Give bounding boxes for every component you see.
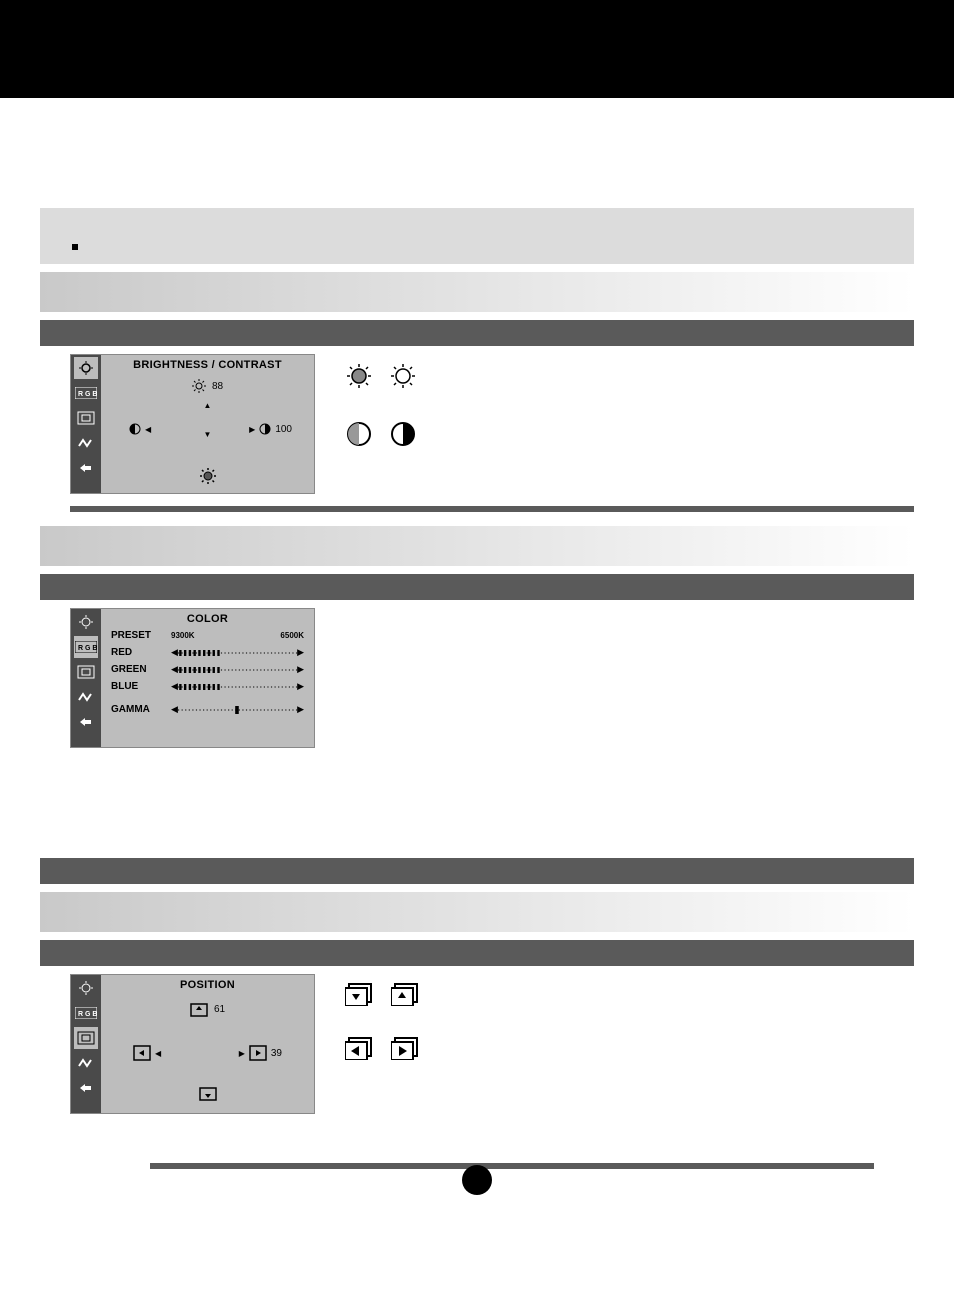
osd-main-area: POSITION 61 ◀ ▶ 39 <box>101 975 314 1113</box>
brightness-value: 88 <box>212 381 223 392</box>
osd-title-color: COLOR <box>101 609 314 625</box>
sun-outline-icon <box>192 379 206 393</box>
red-label: RED <box>111 647 163 658</box>
page-number-circle <box>462 1165 492 1195</box>
arrow-left-icon: ◀ <box>155 1049 161 1058</box>
page-header-black-bar <box>0 0 954 98</box>
contrast-right: ▶ 100 <box>249 423 292 435</box>
footer-separator <box>150 1163 874 1169</box>
osd-sidebar: R G B <box>71 975 101 1113</box>
position-horizontal-icon-pair <box>345 1036 421 1060</box>
color-green-row: GREEN ◀▶ <box>111 661 304 678</box>
osd-position-panel: R G B POSITION 61 <box>70 974 315 1114</box>
section-gradient-subheader <box>40 272 914 312</box>
screen-left-large-icon <box>345 1036 375 1060</box>
osd-main-area: BRIGHTNESS / CONTRAST 88 ▲ ▼ ◀ <box>101 355 314 493</box>
section-dark-bar-color <box>40 574 914 600</box>
gamma-label: GAMMA <box>111 704 163 715</box>
sidebar-position-icon[interactable] <box>74 1027 98 1049</box>
blue-label: BLUE <box>111 681 163 692</box>
position-vertical-readout: 61 <box>101 1001 314 1017</box>
gamma-slider[interactable]: ◀▶ <box>171 704 304 715</box>
screen-up-icon <box>190 1001 208 1017</box>
svg-text:R G B: R G B <box>78 391 97 398</box>
contrast-full-icon <box>259 423 271 435</box>
brightness-icon-pair <box>345 362 417 390</box>
color-blue-row: BLUE ◀▶ <box>111 678 304 695</box>
position-bottom-icon-container <box>101 1087 314 1103</box>
section-dark-bar <box>40 320 914 346</box>
osd-main-area: COLOR PRESET 9300K 6500K RED ◀▶ GREEN ◀▶ <box>101 609 314 747</box>
arrow-left-icon: ◀ <box>145 425 151 434</box>
arrow-down-icon: ▼ <box>204 430 212 439</box>
brightness-bottom-icon-container <box>101 467 314 485</box>
preset-option-0[interactable]: 9300K <box>171 631 195 640</box>
section-grey-header <box>40 208 914 264</box>
sun-filled-icon <box>199 467 217 485</box>
osd-color-panel: R G B COLOR PRESET 9300K 6500K <box>70 608 315 748</box>
sidebar-rgb-icon[interactable]: R G B <box>74 1002 98 1024</box>
position-horizontal-value: 39 <box>271 1048 282 1059</box>
sidebar-position-icon[interactable] <box>74 407 98 429</box>
color-red-row: RED ◀▶ <box>111 644 304 661</box>
contrast-icon-pair <box>345 420 417 448</box>
osd-brightness-contrast-panel: R G B BRIGHTNESS / CONTRAST 88 <box>70 354 315 494</box>
screen-down-large-icon <box>345 982 375 1006</box>
contrast-left: ◀ <box>129 423 151 435</box>
red-slider[interactable]: ◀▶ <box>171 647 304 658</box>
sidebar-brightness-icon[interactable] <box>74 357 98 379</box>
section-gradient-subheader-color <box>40 526 914 566</box>
sidebar-setup-icon[interactable] <box>74 432 98 454</box>
brightness-readout: 88 <box>101 379 314 393</box>
osd-title-position: POSITION <box>101 975 314 991</box>
bullet-square-icon <box>72 244 78 250</box>
arrow-right-icon: ▶ <box>239 1049 245 1058</box>
osd-sidebar: R G B <box>71 609 101 747</box>
sidebar-position-icon[interactable] <box>74 661 98 683</box>
position-vertical-value: 61 <box>214 1004 225 1015</box>
contrast-value: 100 <box>275 424 292 435</box>
osd-title-brightness-contrast: BRIGHTNESS / CONTRAST <box>101 355 314 371</box>
color-gamma-row: GAMMA ◀▶ <box>111 701 304 718</box>
screen-up-large-icon <box>391 982 421 1006</box>
sidebar-exit-icon[interactable] <box>74 1077 98 1099</box>
screen-right-large-icon <box>391 1036 421 1060</box>
sidebar-setup-icon[interactable] <box>74 1052 98 1074</box>
arrow-up-icon: ▲ <box>204 401 212 410</box>
contrast-black-icon <box>389 420 417 448</box>
position-left: ◀ <box>133 1045 161 1061</box>
sun-white-icon <box>389 362 417 390</box>
svg-text:R G B: R G B <box>78 645 97 652</box>
svg-text:R G B: R G B <box>78 1011 97 1018</box>
sidebar-exit-icon[interactable] <box>74 457 98 479</box>
blue-slider[interactable]: ◀▶ <box>171 681 304 692</box>
osd-sidebar: R G B <box>71 355 101 493</box>
section-dark-bar-position-top <box>40 858 914 884</box>
contrast-half-icon <box>129 423 141 435</box>
screen-down-icon <box>199 1087 217 1103</box>
preset-option-1[interactable]: 6500K <box>280 631 304 640</box>
sidebar-brightness-icon[interactable] <box>74 611 98 633</box>
color-preset-row: PRESET 9300K 6500K <box>111 627 304 644</box>
sidebar-rgb-icon[interactable]: R G B <box>74 636 98 658</box>
position-vertical-icon-pair <box>345 982 421 1006</box>
section-dark-bar-position <box>40 940 914 966</box>
sun-grey-icon <box>345 362 373 390</box>
sidebar-exit-icon[interactable] <box>74 711 98 733</box>
arrow-right-icon: ▶ <box>249 425 255 434</box>
screen-right-icon <box>249 1045 267 1061</box>
sidebar-brightness-icon[interactable] <box>74 977 98 999</box>
screen-left-icon <box>133 1045 151 1061</box>
sidebar-setup-icon[interactable] <box>74 686 98 708</box>
contrast-grey-icon <box>345 420 373 448</box>
green-slider[interactable]: ◀▶ <box>171 664 304 675</box>
section-gradient-subheader-position <box>40 892 914 932</box>
preset-label: PRESET <box>111 630 163 641</box>
position-right: ▶ 39 <box>239 1045 282 1061</box>
section-separator <box>70 506 914 512</box>
green-label: GREEN <box>111 664 163 675</box>
sidebar-rgb-icon[interactable]: R G B <box>74 382 98 404</box>
